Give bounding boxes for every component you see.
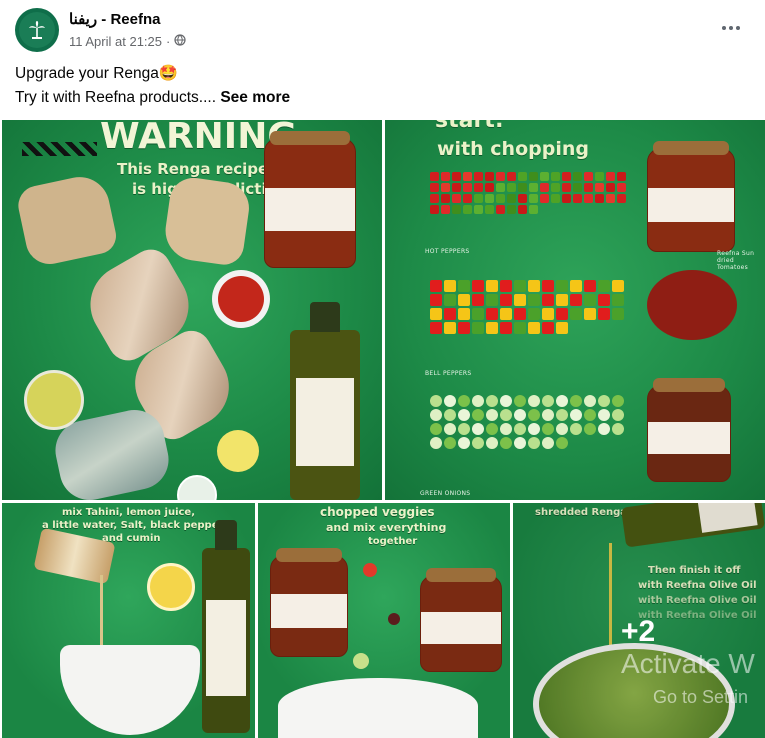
more-photos-count[interactable]: +2 — [621, 615, 655, 649]
post-text-line2: Try it with Reefna products.... See more — [15, 86, 290, 110]
salad-bowl — [278, 678, 478, 738]
tile2-sub: with chopping — [437, 138, 589, 160]
page-avatar[interactable] — [15, 8, 59, 52]
label-sundried: Reefna Sun dried Tomatoes — [717, 250, 755, 271]
post-text-line2-body: Try it with Reefna products.... — [15, 89, 217, 106]
flying-tomato — [363, 563, 377, 577]
olive-oil-bottle — [290, 302, 360, 500]
tile4-line1: chopped veggies — [320, 505, 435, 519]
bread-slice-2 — [161, 174, 253, 268]
lemon-wedge — [217, 430, 259, 472]
label-green-onions: GREEN ONIONS — [420, 490, 471, 497]
label-hot-peppers: HOT PEPPERS — [425, 248, 470, 255]
warning-stripe — [22, 142, 97, 156]
flying-cucumber — [353, 653, 369, 669]
photo-tile-2[interactable]: start: with chopping HOT PEPPERS BELL PE… — [385, 120, 765, 500]
windows-watermark-line2: Go to Settin — [653, 687, 749, 707]
tile4-line2: and mix everything — [326, 521, 447, 534]
photo-tile-4[interactable]: chopped veggies and mix everything toget… — [258, 503, 510, 738]
post-timestamp[interactable]: 11 April at 21:25 — [69, 34, 162, 49]
post-text: Upgrade your Renga🤩 Try it with Reefna p… — [15, 62, 290, 110]
post-text-line1: Upgrade your Renga🤩 — [15, 65, 179, 82]
post-meta: 11 April at 21:25 · — [69, 34, 186, 49]
lemon-half — [147, 563, 195, 611]
tile3-line1: mix Tahini, lemon juice, — [62, 507, 196, 518]
tile2-jar-bottom — [647, 378, 731, 482]
post-header: ريفنا - Reefna 11 April at 21:25 · — [0, 0, 765, 60]
more-options-icon[interactable] — [717, 16, 745, 40]
label-bell-peppers: BELL PEPPERS — [425, 370, 472, 377]
green-onions-row — [430, 395, 630, 449]
see-more-link[interactable]: See more — [220, 89, 290, 106]
photo-tile-5[interactable]: shredded Renga Then finish it off with R… — [513, 503, 765, 738]
tile2-jar-top — [647, 141, 735, 252]
globe-icon — [174, 34, 186, 49]
reefna-logo-icon — [19, 12, 55, 48]
sundried-tomato-jar — [264, 131, 356, 268]
tile2-headline: start: — [435, 120, 504, 133]
bread-slice-1 — [14, 171, 120, 269]
sauce-bowl — [212, 270, 270, 328]
bell-peppers-row — [430, 280, 630, 334]
page-name-link[interactable]: ريفنا - Reefna — [69, 10, 160, 28]
hot-peppers-row — [430, 172, 630, 214]
flying-olive — [388, 613, 400, 625]
reefna-badge — [177, 475, 217, 500]
mixing-bowl — [60, 645, 200, 735]
photo-tile-1[interactable]: WARNING This Renga recipe is highly addi… — [2, 120, 382, 500]
tile4-jar-left — [270, 548, 348, 657]
tile1-sub1: This Renga recipe — [117, 160, 269, 178]
windows-watermark-line1: Activate W — [621, 648, 755, 679]
oil-dish — [24, 370, 84, 430]
tile4-jar-right — [420, 568, 502, 672]
photo-tile-3[interactable]: mix Tahini, lemon juice, a little water,… — [2, 503, 255, 738]
tile4-line3: together — [368, 536, 418, 547]
meta-separator: · — [166, 34, 171, 49]
sundried-tomatoes — [647, 270, 737, 340]
tile3-line2: a little water, Salt, black pepper, — [42, 520, 226, 531]
tile3-olive-oil-bottle — [202, 520, 250, 733]
